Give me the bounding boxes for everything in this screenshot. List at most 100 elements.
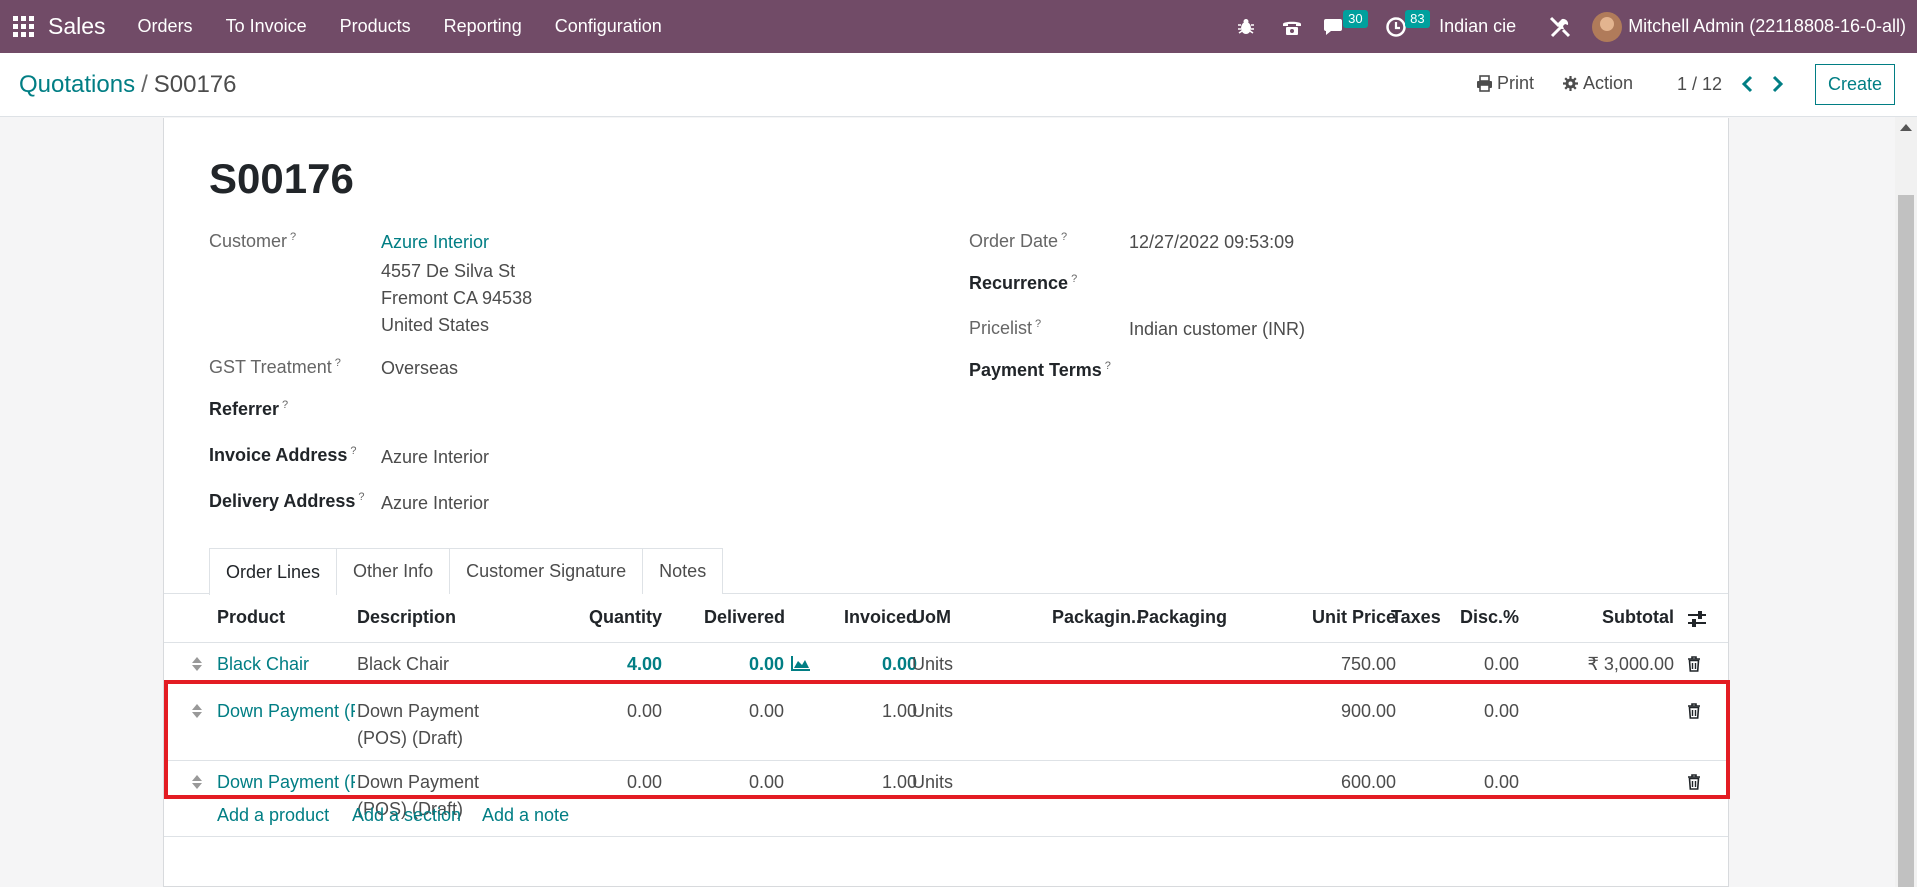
scroll-up-arrow-icon[interactable] [1900, 124, 1912, 131]
action-button[interactable]: Action [1562, 73, 1633, 94]
customer-address-line1: 4557 De Silva St [381, 261, 516, 281]
row3-discount[interactable]: 0.00 [1399, 771, 1519, 793]
row1-product[interactable]: Black Chair [217, 653, 309, 675]
row2-unit-price[interactable]: 900.00 [1176, 700, 1396, 722]
row3-unit-price[interactable]: 600.00 [1176, 771, 1396, 793]
col-delivered[interactable]: Delivered [665, 607, 785, 628]
col-invoiced[interactable]: Invoiced [797, 607, 917, 628]
menu-products[interactable]: Products [340, 16, 411, 37]
row2-description-line1[interactable]: Down Payment [357, 700, 479, 722]
row3-delivered: 0.00 [748, 772, 784, 792]
add-note-link[interactable]: Add a note [482, 805, 569, 826]
drag-handle-icon[interactable] [191, 656, 203, 672]
drag-handle-icon[interactable] [191, 774, 203, 790]
row1-invoiced[interactable]: 0.00 [797, 653, 917, 675]
row2-quantity[interactable]: 0.00 [542, 700, 662, 722]
activities-clock-icon[interactable]: 83 [1375, 0, 1439, 53]
breadcrumb: Quotations / S00176 [19, 71, 237, 99]
customer-field[interactable]: Azure Interior [381, 232, 489, 253]
row3-description-line1[interactable]: Down Payment [357, 771, 479, 793]
customer-address-line2: Fremont CA 94538 [381, 288, 533, 308]
print-button[interactable]: Print [1476, 73, 1534, 94]
order-date-field[interactable]: 12/27/2022 09:53:09 [1129, 232, 1294, 253]
control-panel: Quotations / S00176 Print Action 1 / 12 Cr… [0, 53, 1917, 117]
col-quantity[interactable]: Quantity [542, 607, 662, 628]
messages-icon[interactable]: 30 [1315, 0, 1375, 53]
row1-quantity[interactable]: 4.00 [542, 653, 662, 675]
col-subtotal[interactable]: Subtotal [1534, 607, 1674, 628]
row1-discount[interactable]: 0.00 [1399, 653, 1519, 675]
delete-line-trash-icon[interactable] [1687, 703, 1701, 719]
optional-columns-icon[interactable] [1687, 610, 1707, 628]
pricelist-label: Pricelist? [969, 318, 1042, 338]
breadcrumb-current: S00176 [153, 71, 237, 98]
table-header-divider [164, 642, 1728, 643]
col-product[interactable]: Product [217, 607, 285, 628]
activities-badge: 83 [1405, 10, 1430, 28]
row3-product[interactable]: Down Payment (F [217, 771, 355, 793]
row1-description[interactable]: Black Chair [357, 653, 449, 675]
tab-customer-signature[interactable]: Customer Signature [449, 548, 644, 594]
phone-icon[interactable] [1269, 0, 1315, 53]
gst-treatment-field[interactable]: Overseas [381, 358, 458, 379]
app-brand[interactable]: Sales [48, 13, 106, 40]
apps-menu-icon[interactable] [0, 0, 46, 53]
pager-next-icon[interactable] [1766, 73, 1788, 95]
delete-line-trash-icon[interactable] [1687, 656, 1701, 672]
messages-badge: 30 [1343, 10, 1368, 28]
row3-uom[interactable]: Units [912, 771, 953, 793]
print-label: Print [1497, 73, 1535, 93]
pager-previous-icon[interactable] [1737, 73, 1759, 95]
action-label: Action [1583, 73, 1634, 93]
drag-handle-icon[interactable] [191, 703, 203, 719]
print-icon [1477, 75, 1492, 92]
menu-configuration[interactable]: Configuration [555, 16, 662, 37]
add-product-link[interactable]: Add a product [217, 805, 329, 826]
user-name: Mitchell Admin (22118808-16-0-all) [1628, 16, 1906, 36]
user-menu[interactable]: Mitchell Admin (22118808-16-0-all) [1592, 11, 1906, 42]
gear-icon [1563, 76, 1578, 91]
tab-order-lines[interactable]: Order Lines [209, 548, 338, 595]
invoice-address-field[interactable]: Azure Interior [381, 447, 489, 468]
top-navbar: Sales Orders To Invoice Products Reporti… [0, 0, 1917, 53]
tools-icon[interactable] [1540, 0, 1580, 53]
row2-uom[interactable]: Units [912, 700, 953, 722]
notebook-tabs: Order Lines Other Info Customer Signatur… [209, 548, 724, 595]
create-button[interactable]: Create [1815, 64, 1895, 105]
delivery-address-label: Delivery Address? [209, 491, 365, 511]
pricelist-field[interactable]: Indian customer (INR) [1129, 319, 1305, 340]
recurrence-label: Recurrence? [969, 273, 1078, 293]
debug-bug-icon[interactable] [1223, 0, 1269, 53]
add-section-link[interactable]: Add a section [352, 805, 461, 826]
pager-value[interactable]: 1 / 12 [1677, 74, 1722, 95]
col-packaging-qty[interactable]: Packagin... [1026, 607, 1146, 628]
table-footer-divider [164, 836, 1728, 837]
tab-other-info[interactable]: Other Info [336, 548, 451, 594]
row1-uom[interactable]: Units [912, 653, 953, 675]
row2-description-line2[interactable]: (POS) (Draft) [357, 727, 463, 749]
form-sheet: S00176 Customer? Azure Interior 4557 De … [163, 118, 1730, 887]
breadcrumb-quotations[interactable]: Quotations [19, 71, 135, 98]
row1-unit-price[interactable]: 750.00 [1176, 653, 1396, 675]
menu-to-invoice[interactable]: To Invoice [226, 16, 307, 37]
col-discount[interactable]: Disc.% [1399, 607, 1519, 628]
menu-orders[interactable]: Orders [138, 16, 193, 37]
row1-delivered[interactable]: 0.00 [664, 653, 784, 675]
gst-treatment-label: GST Treatment? [209, 357, 341, 377]
row2-product[interactable]: Down Payment (F [217, 700, 355, 722]
row2-discount[interactable]: 0.00 [1399, 700, 1519, 722]
company-switcher[interactable]: Indian cie [1439, 16, 1516, 37]
col-uom[interactable]: UoM [912, 607, 951, 628]
scrollbar-thumb[interactable] [1898, 195, 1914, 887]
col-unit-price[interactable]: Unit Price [1176, 607, 1396, 628]
tab-notes[interactable]: Notes [642, 548, 724, 594]
row2-delivered: 0.00 [748, 701, 784, 721]
row3-quantity[interactable]: 0.00 [542, 771, 662, 793]
menu-reporting[interactable]: Reporting [444, 16, 522, 37]
customer-address-line3: United States [381, 315, 490, 335]
delivery-address-field[interactable]: Azure Interior [381, 493, 489, 514]
row3-invoiced: 1.00 [881, 772, 917, 792]
delete-line-trash-icon[interactable] [1687, 774, 1701, 790]
avatar [1592, 11, 1623, 42]
col-description[interactable]: Description [357, 607, 456, 628]
